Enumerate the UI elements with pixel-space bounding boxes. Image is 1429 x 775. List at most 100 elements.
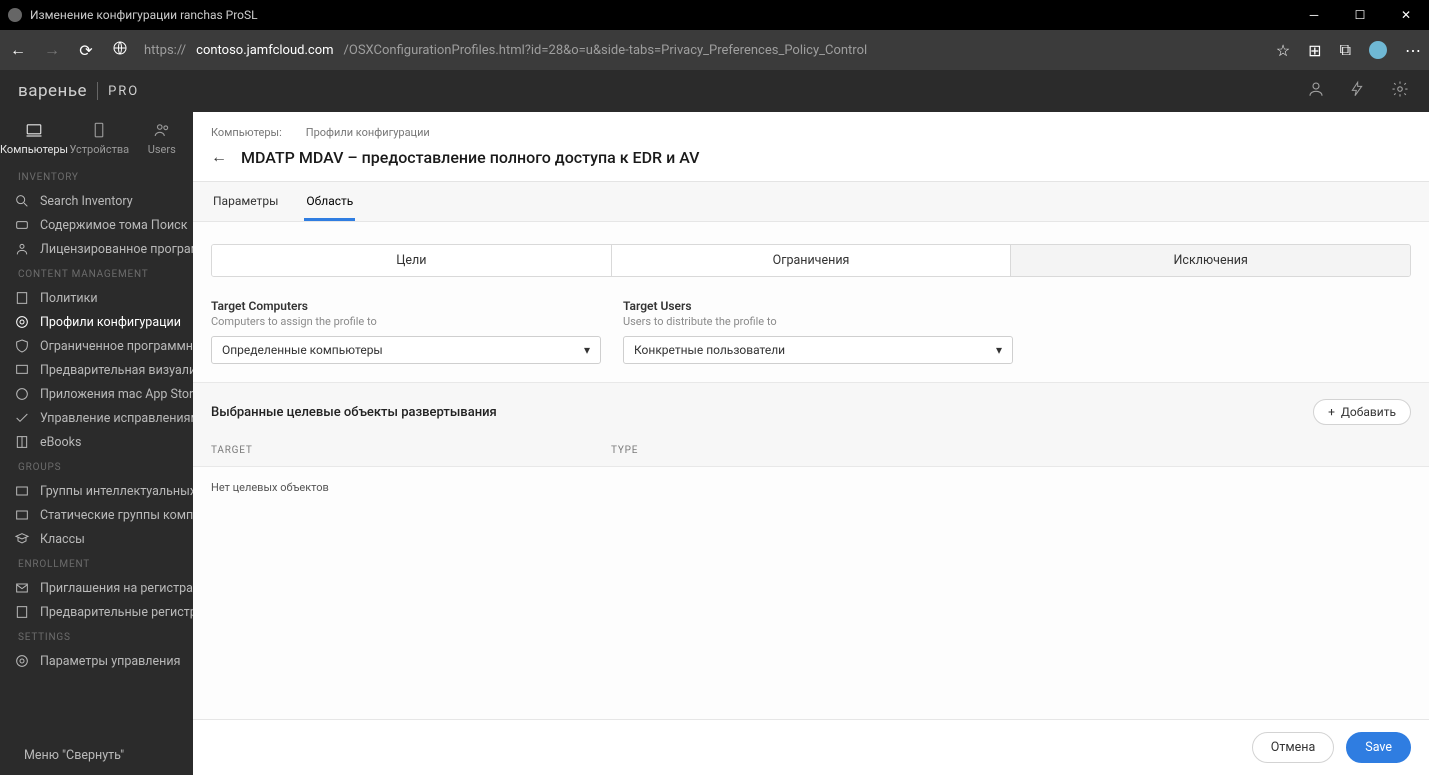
subtabs: Параметры Область (193, 182, 1429, 222)
sidebar-item-enrollment-invites[interactable]: Приглашения на регистрацию (0, 576, 193, 600)
window-minimize-button[interactable]: ─ (1291, 0, 1337, 30)
subtab-label: Область (306, 194, 353, 208)
field-help: Computers to assign the profile to (211, 315, 601, 328)
preview-icon (14, 362, 30, 378)
smart-group-icon (14, 483, 30, 499)
favorites-icon[interactable]: ☆ (1276, 41, 1290, 60)
sidebar-item-preview[interactable]: Предварительная визуализация (0, 358, 193, 382)
field-target-users: Target Users Users to distribute the pro… (623, 299, 1013, 364)
sidebar-item-licensed-software[interactable]: Лицензированное программное об (0, 237, 193, 261)
sidebar-item-label: Приглашения на регистрацию (40, 581, 193, 596)
brand-divider (97, 82, 98, 100)
patch-icon (14, 410, 30, 426)
sidebar-item-patch-management[interactable]: Управление исправлениями (0, 406, 193, 430)
tab-devices[interactable]: Устройства (68, 112, 130, 164)
chevron-down-icon: ▾ (584, 343, 590, 357)
window-close-button[interactable]: ✕ (1383, 0, 1429, 30)
sidebar-item-config-profiles[interactable]: Профили конфигурации (0, 310, 193, 334)
button-label: Save (1365, 740, 1392, 755)
main-panel: Компьютеры: Профили конфигурации ← MDATP… (193, 112, 1429, 775)
sidebar-item-restricted-software[interactable]: Ограниченное программное обесп (0, 334, 193, 358)
page-title: MDATP MDAV – предоставление полного дост… (241, 148, 700, 167)
os-titlebar: Изменение конфигурации ranchas ProSL ─ ☐… (0, 0, 1429, 30)
sidebar-head-content: CONTENT MANAGEMENT (0, 261, 193, 286)
sidebar-collapse-label: Меню "Свернуть" (24, 748, 124, 763)
sidebar-item-label: Предварительные регистрации (40, 605, 193, 620)
sidebar-item-label: Ограниченное программное обесп (40, 339, 193, 354)
scope-segments: Цели Ограничения Исключения (211, 244, 1411, 277)
url-scheme: https:// (144, 43, 186, 58)
subtab-label: Параметры (213, 194, 278, 208)
person-icon (14, 241, 30, 257)
subtab-options[interactable]: Параметры (211, 182, 280, 221)
sidebar-item-label: Search Inventory (40, 194, 133, 209)
segment-label: Цели (396, 253, 426, 268)
classes-icon (14, 531, 30, 547)
target-computers-select[interactable]: Определенные компьютеры ▾ (211, 336, 601, 364)
back-button[interactable]: ← (211, 147, 227, 167)
sidebar-head-groups: GROUPS (0, 454, 193, 479)
sidebar-item-label: Политики (40, 291, 98, 306)
add-button-label: Добавить (1341, 405, 1396, 419)
sidebar-item-static-groups[interactable]: Статические группы компьютеров (0, 503, 193, 527)
url-host: contoso.jamfcloud.com (196, 43, 333, 58)
sidebar-collapse-button[interactable]: Меню "Свернуть" (0, 736, 193, 775)
segment-targets[interactable]: Цели (212, 245, 612, 276)
browser-refresh-button[interactable]: ⟳ (76, 41, 96, 60)
search-icon (14, 193, 30, 209)
sidebar-item-search-inventory[interactable]: Search Inventory (0, 189, 193, 213)
shield-icon (14, 338, 30, 354)
url-bar[interactable]: https://contoso.jamfcloud.com/OSXConfigu… (144, 43, 1262, 58)
sidebar-item-pre-registrations[interactable]: Предварительные регистрации (0, 600, 193, 624)
sidebar-item-label: Группы интеллектуальных компьютер (40, 484, 193, 499)
sidebar-item-volume-search[interactable]: Содержимое тома Поиск (0, 213, 193, 237)
brand-tier: PRO (108, 84, 139, 99)
sidebar-item-ebooks[interactable]: eBooks (0, 430, 193, 454)
tab-computers[interactable]: Компьютеры (0, 112, 68, 164)
sidebar-item-label: Предварительная визуализация (40, 363, 193, 378)
segment-limitations[interactable]: Ограничения (612, 245, 1012, 276)
subtab-scope[interactable]: Область (304, 182, 355, 221)
sidebar-item-label: eBooks (40, 435, 81, 450)
select-value: Конкретные пользователи (634, 343, 785, 357)
app-header: варенье PRO (0, 70, 1429, 112)
footer: Отмена Save (193, 719, 1429, 775)
invite-icon (14, 580, 30, 596)
tab-favicon (8, 8, 22, 22)
collections-icon[interactable]: ⊞ (1308, 41, 1321, 60)
settings-icon (14, 653, 30, 669)
static-group-icon (14, 507, 30, 523)
sidebar-item-smart-groups[interactable]: Группы интеллектуальных компьютер (0, 479, 193, 503)
disk-icon (14, 217, 30, 233)
col-type: TYPE (611, 445, 638, 456)
segment-label: Ограничения (773, 253, 850, 268)
brand-name: варенье (18, 81, 87, 101)
site-identity-icon[interactable] (110, 40, 130, 60)
user-icon[interactable] (1307, 80, 1327, 102)
gear-icon[interactable] (1391, 80, 1411, 102)
profile-avatar-icon[interactable] (1369, 41, 1387, 59)
sidebar-item-label: Статические группы компьютеров (40, 508, 193, 523)
cancel-button[interactable]: Отмена (1252, 732, 1335, 763)
breadcrumb-section[interactable]: Профили конфигурации (306, 126, 430, 139)
sidebar-item-management-settings[interactable]: Параметры управления (0, 649, 193, 673)
browser-menu-icon[interactable]: ⋯ (1405, 41, 1421, 60)
sidebar-item-label: Профили конфигурации (40, 315, 181, 330)
browser-forward-button[interactable]: → (42, 40, 62, 60)
save-button[interactable]: Save (1346, 732, 1411, 763)
add-button[interactable]: + Добавить (1313, 399, 1411, 425)
sidebar-item-mac-app-store[interactable]: Приложения mac App Store (0, 382, 193, 406)
select-value: Определенные компьютеры (222, 343, 383, 357)
target-users-select[interactable]: Конкретные пользователи ▾ (623, 336, 1013, 364)
sidebar-top-tabs: Компьютеры Устройства Users (0, 112, 193, 164)
extension-icon[interactable]: ⧉ (1340, 40, 1351, 60)
breadcrumb-root[interactable]: Компьютеры: (211, 126, 282, 139)
sidebar-item-classes[interactable]: Классы (0, 527, 193, 551)
browser-toolbar: ← → ⟳ https://contoso.jamfcloud.com/OSXC… (0, 30, 1429, 70)
lightning-icon[interactable] (1349, 80, 1369, 102)
tab-users[interactable]: Users (131, 112, 193, 164)
segment-exclusions[interactable]: Исключения (1011, 245, 1410, 276)
window-maximize-button[interactable]: ☐ (1337, 0, 1383, 30)
sidebar-item-policies[interactable]: Политики (0, 286, 193, 310)
browser-back-button[interactable]: ← (8, 40, 28, 60)
